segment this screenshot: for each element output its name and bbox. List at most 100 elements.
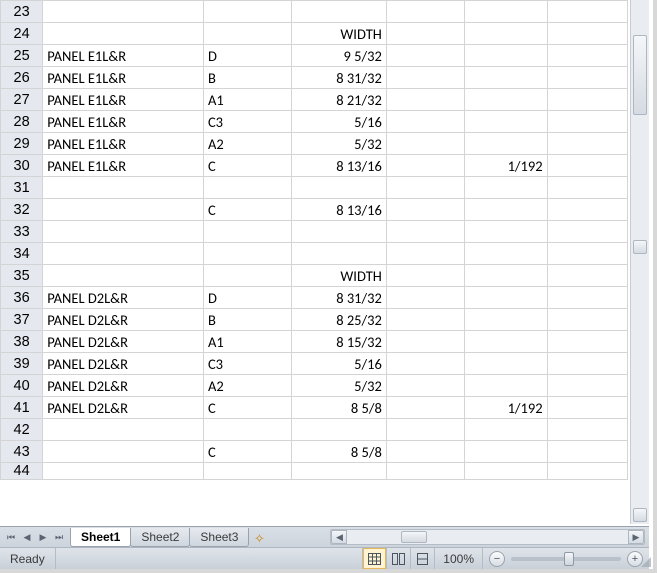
cell[interactable] <box>547 265 627 287</box>
cell[interactable]: PANEL D2L&R <box>43 309 204 331</box>
row-header[interactable]: 41 <box>1 397 43 419</box>
cell[interactable] <box>465 177 547 199</box>
cell[interactable] <box>465 265 547 287</box>
cell[interactable] <box>547 67 627 89</box>
cell[interactable] <box>547 177 627 199</box>
tab-first-button[interactable]: ⏮ <box>4 530 18 544</box>
cell[interactable] <box>547 111 627 133</box>
window-resize-grip[interactable] <box>638 554 652 568</box>
cell[interactable]: 8 21/32 <box>292 89 386 111</box>
hscroll-right-button[interactable]: ▶ <box>628 530 644 544</box>
zoom-out-button[interactable]: − <box>489 551 505 567</box>
cell[interactable] <box>386 89 464 111</box>
cell[interactable] <box>465 111 547 133</box>
cell[interactable] <box>292 1 386 23</box>
cell[interactable] <box>386 199 464 221</box>
cell[interactable]: PANEL E1L&R <box>43 133 204 155</box>
zoom-level-label[interactable]: 100% <box>435 548 483 569</box>
row-header[interactable]: 30 <box>1 155 43 177</box>
cell[interactable] <box>386 133 464 155</box>
cell[interactable]: A2 <box>203 375 291 397</box>
cell[interactable] <box>547 89 627 111</box>
cell[interactable] <box>465 89 547 111</box>
cell[interactable] <box>547 419 627 441</box>
vscroll-down-button[interactable] <box>633 508 647 522</box>
cell[interactable]: 1/192 <box>465 397 547 419</box>
cell[interactable] <box>465 243 547 265</box>
cell[interactable]: PANEL D2L&R <box>43 397 204 419</box>
cell[interactable] <box>43 243 204 265</box>
cell[interactable] <box>386 265 464 287</box>
cell[interactable] <box>43 199 204 221</box>
cell[interactable]: PANEL D2L&R <box>43 287 204 309</box>
cell[interactable] <box>43 177 204 199</box>
cell[interactable]: PANEL E1L&R <box>43 45 204 67</box>
cell[interactable] <box>43 1 204 23</box>
cell[interactable] <box>43 441 204 463</box>
cell[interactable]: 5/32 <box>292 133 386 155</box>
cell[interactable]: 1/192 <box>465 155 547 177</box>
row-header[interactable]: 25 <box>1 45 43 67</box>
vscroll-marker[interactable] <box>633 240 647 254</box>
cell[interactable] <box>465 331 547 353</box>
cell[interactable] <box>386 67 464 89</box>
row-header[interactable]: 40 <box>1 375 43 397</box>
row-header[interactable]: 36 <box>1 287 43 309</box>
row-header[interactable]: 38 <box>1 331 43 353</box>
cell[interactable] <box>203 177 291 199</box>
cell[interactable]: 5/32 <box>292 375 386 397</box>
row-header[interactable]: 28 <box>1 111 43 133</box>
cell[interactable] <box>386 155 464 177</box>
cell[interactable] <box>386 397 464 419</box>
grid-area[interactable]: 2324WIDTH25PANEL E1L&RD9 5/3226PANEL E1L… <box>0 0 628 524</box>
cell[interactable] <box>292 243 386 265</box>
cell[interactable]: C <box>203 155 291 177</box>
cell[interactable] <box>203 419 291 441</box>
cell[interactable] <box>547 23 627 45</box>
cell[interactable] <box>292 419 386 441</box>
cell[interactable] <box>292 177 386 199</box>
cell[interactable] <box>203 1 291 23</box>
vertical-scrollbar[interactable] <box>630 0 649 524</box>
cell[interactable]: PANEL D2L&R <box>43 375 204 397</box>
cell[interactable] <box>386 463 464 480</box>
cell[interactable]: WIDTH <box>292 23 386 45</box>
cell[interactable] <box>547 441 627 463</box>
cell[interactable]: 8 5/8 <box>292 397 386 419</box>
row-header[interactable]: 24 <box>1 23 43 45</box>
cell[interactable] <box>43 221 204 243</box>
cell[interactable]: 8 13/16 <box>292 155 386 177</box>
cell[interactable] <box>547 375 627 397</box>
cell[interactable] <box>43 23 204 45</box>
row-header[interactable]: 43 <box>1 441 43 463</box>
cell[interactable] <box>386 221 464 243</box>
cell[interactable] <box>43 265 204 287</box>
cell[interactable]: A1 <box>203 331 291 353</box>
cell[interactable] <box>386 287 464 309</box>
row-header[interactable]: 27 <box>1 89 43 111</box>
cell[interactable] <box>465 419 547 441</box>
row-header[interactable]: 31 <box>1 177 43 199</box>
cell[interactable]: D <box>203 45 291 67</box>
cell[interactable] <box>465 45 547 67</box>
cell[interactable] <box>465 221 547 243</box>
cell[interactable]: B <box>203 67 291 89</box>
cell[interactable] <box>43 463 204 480</box>
tab-last-button[interactable]: ⏭ <box>52 530 66 544</box>
view-normal-button[interactable] <box>363 548 387 569</box>
cell[interactable]: C3 <box>203 353 291 375</box>
cell[interactable] <box>386 45 464 67</box>
row-header[interactable]: 39 <box>1 353 43 375</box>
cell[interactable] <box>547 243 627 265</box>
cell[interactable]: PANEL E1L&R <box>43 67 204 89</box>
cell[interactable]: C <box>203 397 291 419</box>
tab-next-button[interactable]: ▶ <box>36 530 50 544</box>
cell[interactable] <box>203 265 291 287</box>
cell[interactable]: PANEL E1L&R <box>43 155 204 177</box>
cell[interactable] <box>386 441 464 463</box>
cell[interactable] <box>465 23 547 45</box>
cell[interactable]: 8 15/32 <box>292 331 386 353</box>
cell[interactable] <box>547 1 627 23</box>
view-page-layout-button[interactable] <box>387 548 411 569</box>
row-header[interactable]: 34 <box>1 243 43 265</box>
